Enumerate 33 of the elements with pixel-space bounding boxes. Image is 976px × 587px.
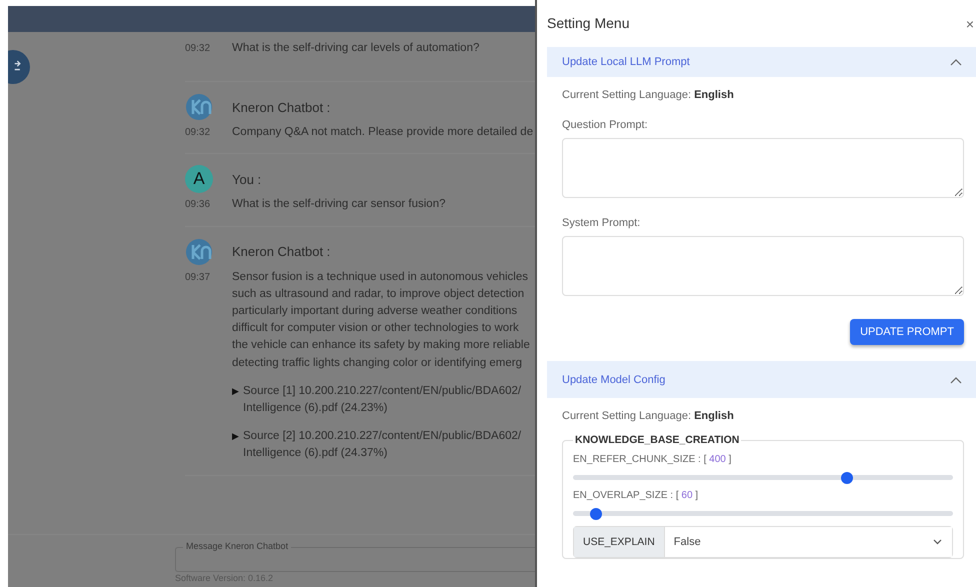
message-text: What is the self-driving car sensor fusion? [232, 197, 446, 212]
sender-name: You : [232, 172, 262, 187]
input-label: Message Kneron Chatbot [183, 541, 292, 552]
section-header[interactable]: Update Local LLM Prompt [547, 47, 976, 77]
logo-icon [185, 238, 213, 266]
group-legend: KNOWLEDGE_BASE_CREATION [573, 434, 742, 446]
sender-name: Kneron Chatbot : [232, 244, 330, 260]
field-label: System Prompt: [562, 217, 642, 229]
message-text: Company Q&A not match. Please provide more detailed de [232, 125, 534, 140]
message-time: 09:37 [185, 270, 212, 285]
update-prompt-button[interactable]: UPDATE PROMPT [850, 319, 964, 345]
message-text: Sensor fusion is a technique used in autonomous vehicles such as ultrasound and radar, to improve object detection particularly important during adverse weather conditions difficult for computer vision or other technologies to work the vehicle can enhance its safety by making more reliable detecting traffic lights changing color or identifying emerg [232, 270, 530, 371]
source-link[interactable]: ▶ Source [1] 10.200.210.227/content/EN/public/BDA602/ Intelligence (6).pdf (24.23%) [232, 382, 530, 418]
message-time: 09:32 [185, 42, 212, 56]
language-text: Current Setting Language: English [562, 89, 735, 101]
slider-thumb[interactable] [590, 508, 602, 520]
slider-thumb[interactable] [840, 472, 853, 484]
language-text: Current Setting Language: English [562, 410, 735, 422]
chevron-icon [950, 376, 962, 384]
slider-label: EN_OVERLAP_SIZE : [ 60 ] [573, 490, 700, 501]
message-text: What is the self-driving car levels of automation? [232, 41, 480, 56]
message-time: 09:36 [185, 198, 212, 212]
message-time: 09:32 [185, 126, 212, 140]
sender-name: Kneron Chatbot : [232, 100, 330, 115]
panel-title: Setting Menu [547, 14, 630, 30]
user-avatar: A [185, 165, 213, 194]
field-label: Question Prompt: [562, 119, 649, 131]
chevron-icon [950, 58, 962, 66]
source-link[interactable]: ▶ Source [2] 10.200.210.227/content/EN/public/BDA602/ Intelligence (6).pdf (24.37%) [232, 428, 530, 463]
close-button[interactable]: × [966, 16, 974, 32]
logo-icon [185, 93, 213, 122]
slider-label: EN_REFER_CHUNK_SIZE : [ 400 ] [573, 454, 732, 465]
section-header[interactable]: Update Model Config [547, 361, 976, 398]
